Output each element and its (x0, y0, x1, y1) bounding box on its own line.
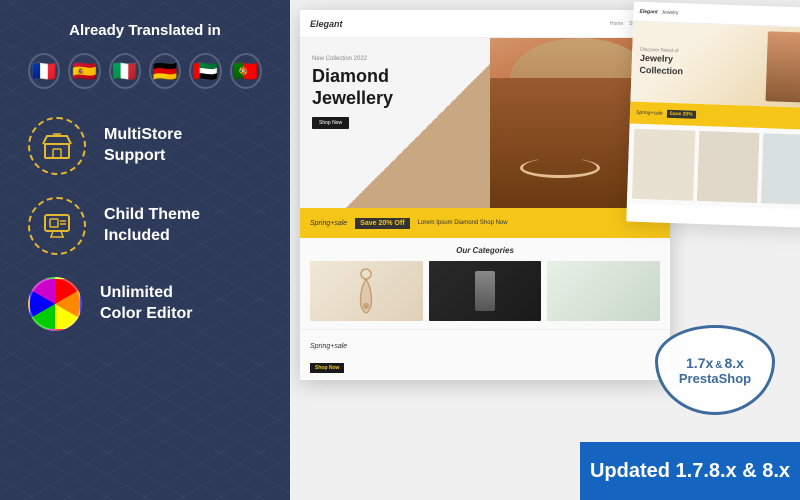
hero-title-line1: Diamond (312, 66, 389, 86)
unlimited-text: Unlimited Color Editor (100, 283, 192, 325)
mockup-logo: Elegant (310, 19, 343, 29)
flags-row: 🇫🇷 🇪🇸 🇮🇹 🇩🇪 🇦🇪 🇵🇹 (28, 53, 262, 89)
translated-title: Already Translated in (28, 22, 262, 39)
categories-section: Our Categories (300, 238, 670, 329)
hero-subtitle: New Collection 2022 (312, 56, 393, 62)
badge-amp: & (715, 360, 722, 371)
flag-germany: 🇩🇪 (149, 53, 181, 89)
feature-unlimited: Unlimited Color Editor (28, 277, 262, 331)
unlimited-label-line2: Color Editor (100, 304, 192, 325)
mockup2-hero: Discover finest of JewelryCollection (630, 22, 800, 109)
nav-item-1: Home (610, 21, 623, 27)
spring-text: Spring+sale (310, 220, 347, 227)
store-icon (28, 117, 86, 175)
updated-banner: Updated 1.7.8.x & 8.x (580, 442, 800, 500)
multistore-label-line2: Support (104, 146, 182, 167)
flag-spain: 🇪🇸 (68, 53, 100, 89)
sale-desc: Lorem Ipsum Diamond Shop Now (418, 220, 508, 226)
multistore-text: MultiStore Support (104, 125, 182, 167)
product-thumb-1 (632, 129, 695, 201)
mockup2-sale: Save 20% (666, 110, 695, 119)
child-theme-label-line1: Child Theme (104, 205, 200, 226)
flag-italy: 🇮🇹 (109, 53, 141, 89)
product-thumb-3 (761, 133, 800, 205)
prestashop-badge: 1.7x & 8.x PrestaShop (650, 320, 780, 420)
mockup2-logo: Elegant (639, 8, 657, 15)
fashion-silhouette (475, 271, 495, 311)
left-panel: Already Translated in 🇫🇷 🇪🇸 🇮🇹 🇩🇪 🇦🇪 🇵🇹 … (0, 0, 290, 500)
badge-version-row: 1.7x & 8.x (686, 355, 744, 371)
cat-item-earrings (310, 261, 423, 321)
mockup2-hero-text: Discover finest of JewelryCollection (639, 47, 684, 78)
badge-circle: 1.7x & 8.x PrestaShop (655, 325, 775, 415)
unlimited-label-line1: Unlimited (100, 283, 192, 304)
yellow-bar: Spring+sale Save 20% Off Lorem Ipsum Dia… (300, 208, 670, 238)
right-panel: Elegant Home Shop About New Collection 2… (290, 0, 800, 500)
product-thumb-2 (697, 131, 760, 203)
badge-version-2: 8.x (725, 355, 744, 371)
bottom-spring: Spring+sale Shop Now (300, 329, 670, 379)
hero-title: Diamond Jewellery (312, 66, 393, 109)
mockup-hero: New Collection 2022 Diamond Jewellery Sh… (300, 38, 670, 208)
sale-badge: Save 20% Off (355, 218, 409, 229)
updated-text: Updated 1.7.8.x & 8.x (590, 460, 790, 483)
mockup2-title: JewelryCollection (639, 53, 683, 78)
mockup2-nav: Jewelry (662, 9, 679, 16)
child-theme-text: Child Theme Included (104, 205, 200, 247)
multistore-label-line1: MultiStore (104, 125, 182, 146)
badge-version-main: 1.7x (686, 355, 713, 371)
hero-btn[interactable]: Shop Now (312, 117, 349, 129)
child-theme-label-line2: Included (104, 226, 200, 247)
spring-btn: Shop Now (310, 356, 660, 374)
flag-portugal: 🇵🇹 (230, 53, 262, 89)
feature-child-theme: Child Theme Included (28, 197, 262, 255)
flag-france: 🇫🇷 (28, 53, 60, 89)
spring-btn-label: Shop Now (310, 363, 344, 373)
hero-text: New Collection 2022 Diamond Jewellery Sh… (312, 56, 393, 129)
badge-name: PrestaShop (679, 371, 751, 386)
cat-item-jewelry (547, 261, 660, 321)
mockup2-products (627, 124, 800, 211)
website-mockup-main: Elegant Home Shop About New Collection 2… (300, 10, 670, 380)
website-mockup-secondary: Elegant Jewelry Discover finest of Jewel… (626, 2, 800, 229)
flag-uae: 🇦🇪 (189, 53, 221, 89)
necklace (520, 158, 600, 178)
color-wheel-icon (28, 277, 82, 331)
monitor-icon (28, 197, 86, 255)
mockup2-spring: Spring+sale (636, 110, 663, 117)
categories-grid (310, 261, 660, 321)
hero-title-line2: Jewellery (312, 88, 393, 108)
feature-multistore: MultiStore Support (28, 117, 262, 175)
cat-item-fashion (429, 261, 542, 321)
mockup2-product-img (766, 31, 800, 103)
mockup-header: Elegant Home Shop About (300, 10, 670, 38)
categories-title: Our Categories (310, 246, 660, 255)
bottom-spring-text: Spring+sale (310, 343, 347, 350)
